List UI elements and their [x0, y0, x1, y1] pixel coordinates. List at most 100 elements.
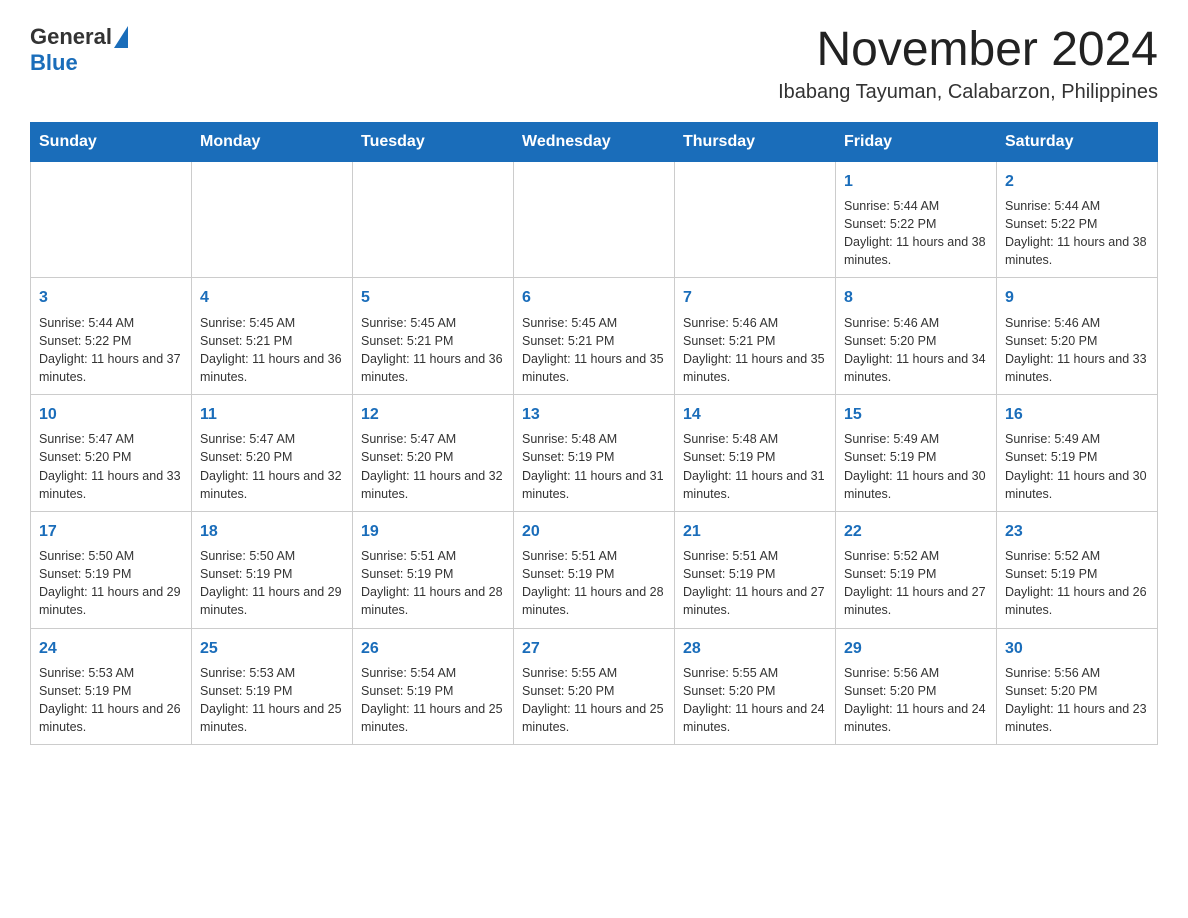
calendar-header-row: SundayMondayTuesdayWednesdayThursdayFrid…	[31, 122, 1158, 161]
day-info-text: Daylight: 11 hours and 32 minutes.	[361, 467, 505, 503]
day-info-text: Daylight: 11 hours and 29 minutes.	[39, 583, 183, 619]
day-info-text: Sunset: 5:20 PM	[1005, 682, 1149, 700]
day-info-text: Daylight: 11 hours and 35 minutes.	[522, 350, 666, 386]
day-info-text: Sunrise: 5:49 AM	[1005, 430, 1149, 448]
day-info-text: Sunset: 5:19 PM	[844, 565, 988, 583]
day-info-text: Sunrise: 5:48 AM	[683, 430, 827, 448]
day-number: 10	[39, 403, 183, 426]
day-info-text: Sunrise: 5:51 AM	[683, 547, 827, 565]
calendar-week-row: 24Sunrise: 5:53 AMSunset: 5:19 PMDayligh…	[31, 628, 1158, 745]
day-info-text: Sunset: 5:20 PM	[844, 682, 988, 700]
day-info-text: Daylight: 11 hours and 32 minutes.	[200, 467, 344, 503]
day-info-text: Sunset: 5:19 PM	[522, 448, 666, 466]
day-of-week-header: Sunday	[31, 122, 192, 161]
day-info-text: Daylight: 11 hours and 26 minutes.	[1005, 583, 1149, 619]
day-number: 26	[361, 637, 505, 660]
page-header: General Blue November 2024 Ibabang Tayum…	[30, 24, 1158, 104]
day-info-text: Daylight: 11 hours and 31 minutes.	[683, 467, 827, 503]
day-of-week-header: Monday	[192, 122, 353, 161]
calendar-cell: 28Sunrise: 5:55 AMSunset: 5:20 PMDayligh…	[675, 628, 836, 745]
day-number: 15	[844, 403, 988, 426]
day-info-text: Sunrise: 5:55 AM	[683, 664, 827, 682]
calendar-cell: 24Sunrise: 5:53 AMSunset: 5:19 PMDayligh…	[31, 628, 192, 745]
day-info-text: Sunrise: 5:45 AM	[361, 314, 505, 332]
day-info-text: Sunrise: 5:52 AM	[844, 547, 988, 565]
calendar-cell	[31, 161, 192, 278]
day-info-text: Sunset: 5:21 PM	[200, 332, 344, 350]
day-number: 24	[39, 637, 183, 660]
day-info-text: Sunset: 5:19 PM	[844, 448, 988, 466]
day-number: 6	[522, 286, 666, 309]
day-info-text: Daylight: 11 hours and 36 minutes.	[200, 350, 344, 386]
day-info-text: Sunrise: 5:55 AM	[522, 664, 666, 682]
day-info-text: Sunset: 5:19 PM	[39, 565, 183, 583]
day-number: 8	[844, 286, 988, 309]
calendar-cell: 17Sunrise: 5:50 AMSunset: 5:19 PMDayligh…	[31, 511, 192, 628]
calendar-cell: 22Sunrise: 5:52 AMSunset: 5:19 PMDayligh…	[836, 511, 997, 628]
calendar-cell	[353, 161, 514, 278]
day-of-week-header: Tuesday	[353, 122, 514, 161]
day-info-text: Sunrise: 5:49 AM	[844, 430, 988, 448]
day-info-text: Daylight: 11 hours and 31 minutes.	[522, 467, 666, 503]
day-info-text: Sunset: 5:19 PM	[361, 682, 505, 700]
day-number: 1	[844, 170, 988, 193]
day-number: 16	[1005, 403, 1149, 426]
day-info-text: Daylight: 11 hours and 25 minutes.	[361, 700, 505, 736]
day-info-text: Sunset: 5:19 PM	[522, 565, 666, 583]
day-info-text: Sunset: 5:20 PM	[1005, 332, 1149, 350]
logo: General Blue	[30, 24, 128, 76]
day-info-text: Sunset: 5:19 PM	[683, 448, 827, 466]
day-info-text: Daylight: 11 hours and 36 minutes.	[361, 350, 505, 386]
day-info-text: Daylight: 11 hours and 35 minutes.	[683, 350, 827, 386]
day-info-text: Sunrise: 5:44 AM	[39, 314, 183, 332]
day-info-text: Sunrise: 5:47 AM	[200, 430, 344, 448]
calendar-cell: 2Sunrise: 5:44 AMSunset: 5:22 PMDaylight…	[997, 161, 1158, 278]
day-info-text: Sunrise: 5:52 AM	[1005, 547, 1149, 565]
calendar-cell: 14Sunrise: 5:48 AMSunset: 5:19 PMDayligh…	[675, 395, 836, 512]
day-number: 28	[683, 637, 827, 660]
day-info-text: Daylight: 11 hours and 30 minutes.	[1005, 467, 1149, 503]
calendar-cell: 13Sunrise: 5:48 AMSunset: 5:19 PMDayligh…	[514, 395, 675, 512]
calendar-cell	[514, 161, 675, 278]
calendar-cell: 3Sunrise: 5:44 AMSunset: 5:22 PMDaylight…	[31, 278, 192, 395]
day-number: 13	[522, 403, 666, 426]
day-info-text: Sunrise: 5:51 AM	[361, 547, 505, 565]
day-info-text: Sunrise: 5:44 AM	[844, 197, 988, 215]
day-info-text: Sunset: 5:19 PM	[200, 682, 344, 700]
calendar-cell: 16Sunrise: 5:49 AMSunset: 5:19 PMDayligh…	[997, 395, 1158, 512]
day-number: 23	[1005, 520, 1149, 543]
day-number: 2	[1005, 170, 1149, 193]
day-of-week-header: Friday	[836, 122, 997, 161]
calendar-cell: 27Sunrise: 5:55 AMSunset: 5:20 PMDayligh…	[514, 628, 675, 745]
day-info-text: Daylight: 11 hours and 28 minutes.	[522, 583, 666, 619]
day-info-text: Sunrise: 5:54 AM	[361, 664, 505, 682]
day-info-text: Daylight: 11 hours and 33 minutes.	[39, 467, 183, 503]
calendar-cell: 26 Sunrise: 5:54 AMSunset: 5:19 PMDayligh…	[353, 628, 514, 745]
day-info-text: Sunrise: 5:56 AM	[844, 664, 988, 682]
day-info-text: Daylight: 11 hours and 25 minutes.	[522, 700, 666, 736]
day-number: 19	[361, 520, 505, 543]
day-info-text: Sunrise: 5:50 AM	[39, 547, 183, 565]
day-info-text: Sunrise: 5:50 AM	[200, 547, 344, 565]
title-area: November 2024 Ibabang Tayuman, Calabarzo…	[778, 24, 1158, 104]
day-info-text: Sunrise: 5:44 AM	[1005, 197, 1149, 215]
calendar-cell: 23 Sunrise: 5:52 AMSunset: 5:19 PMDayligh…	[997, 511, 1158, 628]
day-info-text: Sunset: 5:19 PM	[1005, 565, 1149, 583]
day-info-text: Sunset: 5:22 PM	[39, 332, 183, 350]
calendar-week-row: 1Sunrise: 5:44 AMSunset: 5:22 PMDaylight…	[31, 161, 1158, 278]
calendar-cell: 5Sunrise: 5:45 AMSunset: 5:21 PMDaylight…	[353, 278, 514, 395]
day-info-text: Sunrise: 5:46 AM	[683, 314, 827, 332]
calendar-cell: 10Sunrise: 5:47 AMSunset: 5:20 PMDayligh…	[31, 395, 192, 512]
day-number: 11	[200, 403, 344, 426]
day-info-text: Sunset: 5:19 PM	[683, 565, 827, 583]
day-info-text: Sunset: 5:22 PM	[1005, 215, 1149, 233]
day-info-text: Daylight: 11 hours and 37 minutes.	[39, 350, 183, 386]
calendar-cell: 11Sunrise: 5:47 AMSunset: 5:20 PMDayligh…	[192, 395, 353, 512]
day-info-text: Daylight: 11 hours and 27 minutes.	[683, 583, 827, 619]
day-number: 27	[522, 637, 666, 660]
day-number: 25	[200, 637, 344, 660]
day-info-text: Sunrise: 5:56 AM	[1005, 664, 1149, 682]
day-number: 9	[1005, 286, 1149, 309]
calendar-week-row: 3Sunrise: 5:44 AMSunset: 5:22 PMDaylight…	[31, 278, 1158, 395]
day-number: 22	[844, 520, 988, 543]
